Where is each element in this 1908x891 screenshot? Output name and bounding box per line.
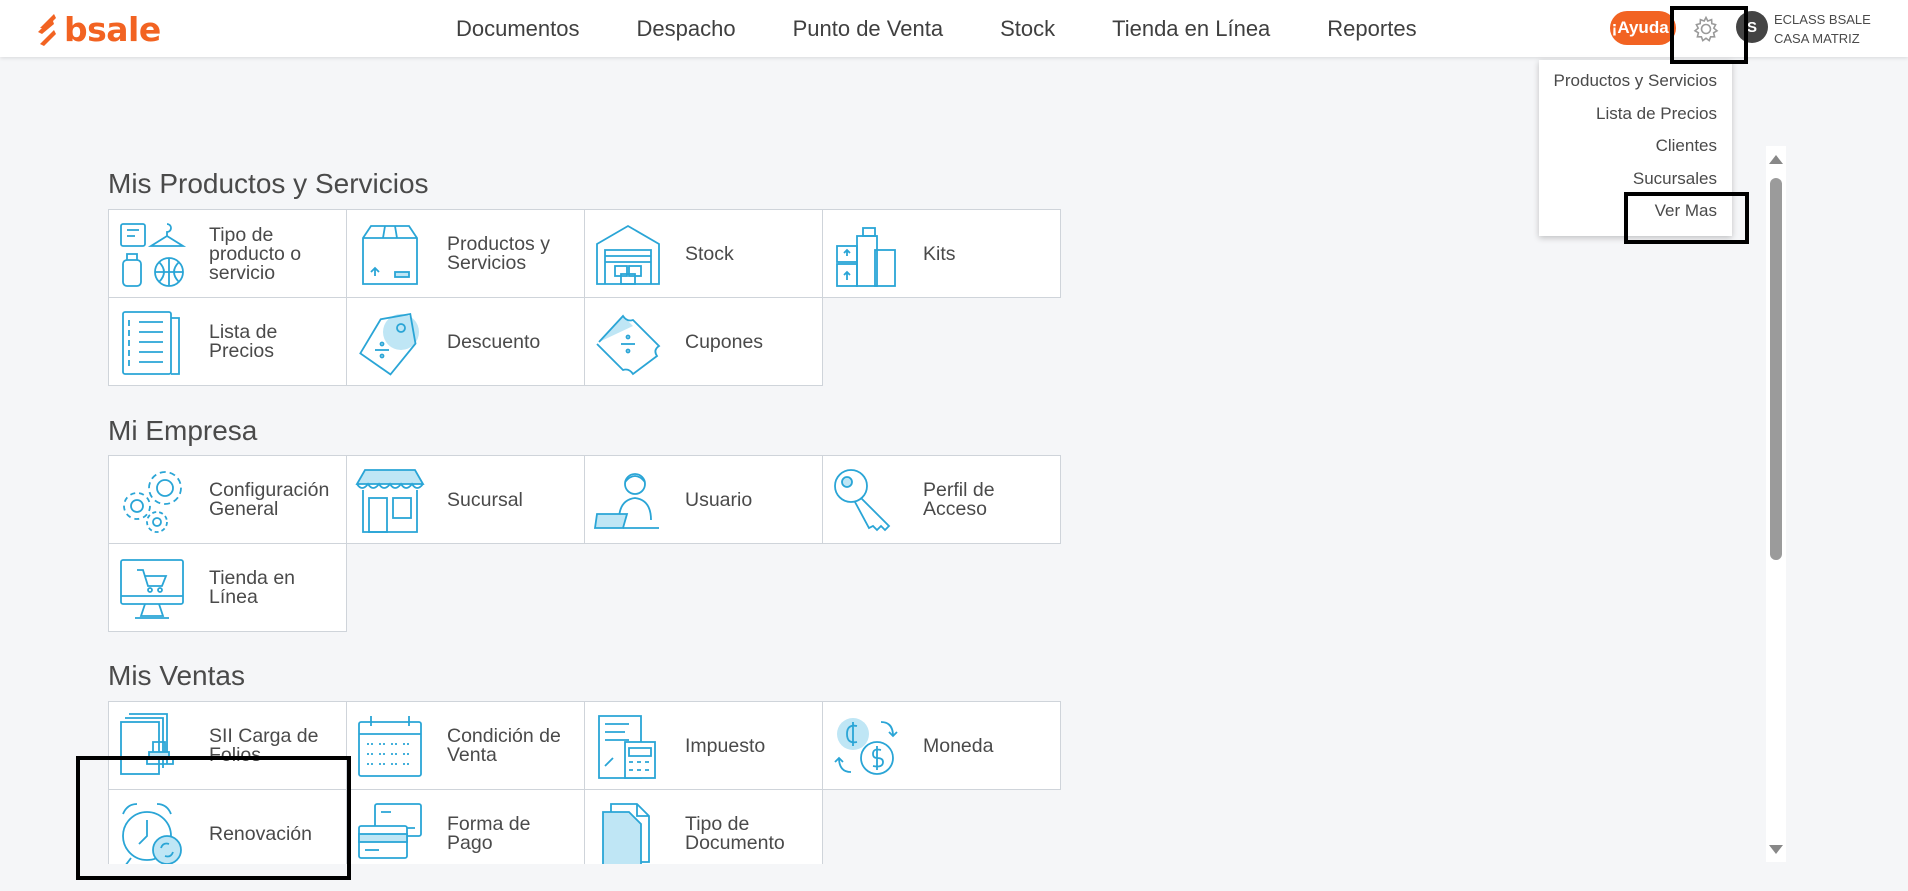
tile-perfil-acceso[interactable]: Perfil de Acceso bbox=[822, 455, 1061, 544]
nav-item-reportes[interactable]: Reportes bbox=[1327, 16, 1416, 42]
tile-label: Sucursal bbox=[447, 489, 523, 511]
scroll-up-arrow-icon[interactable] bbox=[1769, 155, 1783, 164]
dropdown-item-productos-servicios[interactable]: Productos y Servicios bbox=[1539, 70, 1732, 103]
tile-label: Configuración General bbox=[209, 479, 330, 520]
tile-label: Stock bbox=[685, 243, 734, 265]
tile-label: Kits bbox=[923, 243, 956, 265]
dropdown-item-lista-precios[interactable]: Lista de Precios bbox=[1539, 103, 1732, 136]
alarm-clock-icon bbox=[122, 803, 182, 864]
user-laptop-icon bbox=[593, 473, 659, 529]
avatar[interactable]: S bbox=[1736, 11, 1768, 43]
tile-configuracion-general[interactable]: Configuración General bbox=[108, 455, 347, 544]
warehouse-icon bbox=[596, 224, 660, 285]
settings-dropdown: Productos y Servicios Lista de Precios C… bbox=[1539, 60, 1732, 236]
tile-kits[interactable]: Kits bbox=[822, 209, 1061, 298]
help-button[interactable]: ¡Ayuda! bbox=[1610, 11, 1676, 45]
tile-moneda[interactable]: Moneda bbox=[822, 701, 1061, 790]
tile-label: Tipo de Documento bbox=[685, 813, 785, 854]
kits-icon bbox=[836, 227, 896, 287]
tile-label: Tienda en Línea bbox=[209, 567, 296, 608]
account-branch: CASA MATRIZ bbox=[1774, 31, 1860, 46]
tile-label: Cupones bbox=[685, 331, 764, 353]
tile-lista-precios[interactable]: Lista de Precios bbox=[108, 297, 347, 386]
tile-sii-carga-folios[interactable]: SII Carga de Folios bbox=[108, 701, 347, 790]
bsale-logo[interactable]: bsale bbox=[34, 9, 161, 49]
main-nav: Documentos Despacho Punto de Venta Stock… bbox=[456, 0, 1474, 57]
currency-exchange-icon bbox=[834, 718, 898, 775]
tiles-grid-ventas: SII Carga de Folios Condición de Venta I… bbox=[108, 701, 1061, 864]
tile-forma-pago[interactable]: Forma de Pago bbox=[346, 789, 585, 864]
tile-label: Moneda bbox=[923, 735, 994, 757]
dropdown-item-ver-mas[interactable]: Ver Mas bbox=[1539, 200, 1732, 233]
tile-label: Tipo de producto o servicio bbox=[209, 224, 302, 284]
online-store-icon bbox=[120, 559, 184, 619]
scrollbar[interactable] bbox=[1766, 146, 1786, 862]
nav-item-punto-de-venta[interactable]: Punto de Venta bbox=[793, 16, 943, 42]
tile-renovacion[interactable]: Renovación bbox=[108, 789, 347, 864]
product-types-icon bbox=[120, 223, 187, 287]
calendar-icon bbox=[358, 716, 422, 777]
tile-label: Lista de Precios bbox=[209, 321, 278, 362]
tile-tipo-producto[interactable]: Tipo de producto o servicio bbox=[108, 209, 347, 298]
tile-label: Usuario bbox=[685, 489, 753, 511]
tile-label: SII Carga de Folios bbox=[209, 725, 319, 766]
tiles-grid-productos: Tipo de producto o servicio Productos y … bbox=[108, 209, 1061, 386]
section-title-empresa: Mi Empresa bbox=[108, 415, 258, 446]
tile-label: Descuento bbox=[447, 331, 541, 353]
payment-cards-icon bbox=[358, 803, 422, 859]
account-company: ECLASS BSALE bbox=[1774, 12, 1871, 27]
dropdown-item-sucursales[interactable]: Sucursales bbox=[1539, 168, 1732, 201]
nav-item-despacho[interactable]: Despacho bbox=[637, 16, 736, 42]
tile-cupones[interactable]: Cupones bbox=[584, 297, 823, 386]
gear-icon bbox=[1693, 15, 1719, 42]
store-icon bbox=[355, 469, 425, 533]
dropdown-item-clientes[interactable]: Clientes bbox=[1539, 135, 1732, 168]
account-info[interactable]: ECLASS BSALE CASA MATRIZ bbox=[1774, 10, 1871, 48]
nav-item-stock[interactable]: Stock bbox=[1000, 16, 1055, 42]
scroll-down-arrow-icon[interactable] bbox=[1769, 845, 1783, 854]
scrollbar-thumb[interactable] bbox=[1770, 178, 1782, 560]
tile-label: Forma de Pago bbox=[447, 813, 531, 854]
tile-label: Renovación bbox=[209, 823, 312, 845]
box-icon bbox=[362, 225, 418, 285]
discount-tag-icon bbox=[359, 312, 419, 376]
settings-button[interactable] bbox=[1690, 13, 1722, 45]
bsale-logo-icon bbox=[38, 14, 56, 46]
document-icon bbox=[602, 803, 650, 864]
brand-name: bsale bbox=[64, 9, 161, 49]
tile-productos-servicios[interactable]: Productos y Servicios bbox=[346, 209, 585, 298]
tile-tienda-en-linea[interactable]: Tienda en Línea bbox=[108, 543, 347, 632]
tile-impuesto[interactable]: Impuesto bbox=[584, 701, 823, 790]
tile-descuento[interactable]: Descuento bbox=[346, 297, 585, 386]
tile-condicion-venta[interactable]: Condición de Venta bbox=[346, 701, 585, 790]
section-title-ventas: Mis Ventas bbox=[108, 660, 245, 691]
tile-label: Perfil de Acceso bbox=[923, 479, 995, 520]
tile-label: Impuesto bbox=[685, 735, 766, 757]
stamp-icon bbox=[120, 713, 174, 775]
nav-item-tienda-en-linea[interactable]: Tienda en Línea bbox=[1112, 16, 1270, 42]
tile-label: Productos y Servicios bbox=[447, 233, 550, 274]
content-area: Mis Productos y Servicios Tipo de produc… bbox=[0, 0, 1760, 864]
price-list-icon bbox=[122, 311, 180, 375]
tile-usuario[interactable]: Usuario bbox=[584, 455, 823, 544]
section-title-productos: Mis Productos y Servicios bbox=[108, 168, 429, 199]
top-navigation-bar: bsale Documentos Despacho Punto de Venta… bbox=[0, 0, 1908, 57]
tile-label: Condición de Venta bbox=[447, 725, 561, 766]
coupon-icon bbox=[596, 314, 661, 376]
tax-calculator-icon bbox=[598, 715, 656, 779]
nav-item-documentos[interactable]: Documentos bbox=[456, 16, 580, 42]
tile-sucursal[interactable]: Sucursal bbox=[346, 455, 585, 544]
gears-icon bbox=[123, 471, 182, 533]
tile-stock[interactable]: Stock bbox=[584, 209, 823, 298]
tiles-grid-empresa: Configuración General Sucursal Usuario P… bbox=[108, 455, 1061, 632]
key-icon bbox=[834, 469, 891, 532]
tile-tipo-documento[interactable]: Tipo de Documento bbox=[584, 789, 823, 864]
